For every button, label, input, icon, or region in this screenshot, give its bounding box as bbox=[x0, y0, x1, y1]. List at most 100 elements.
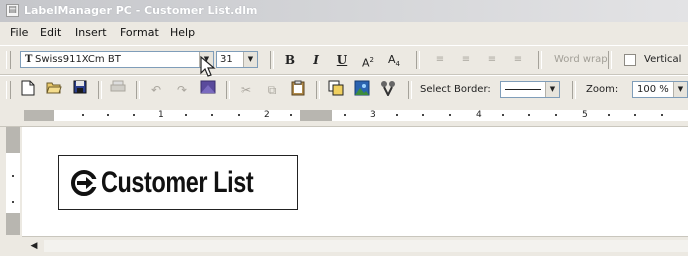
toolbar-separator bbox=[416, 51, 420, 69]
copy-button[interactable]: ⧉ bbox=[262, 80, 282, 100]
menu-edit[interactable]: Edit bbox=[40, 23, 61, 43]
symbol-icon bbox=[381, 81, 395, 98]
toolbar-separator bbox=[226, 81, 230, 99]
font-size-combo[interactable]: 31 ▼ bbox=[216, 51, 258, 68]
new-file-button[interactable] bbox=[18, 80, 38, 100]
ruler-right-margin[interactable] bbox=[300, 110, 332, 121]
redo-button[interactable]: ↷ bbox=[172, 80, 192, 100]
curved-arrow-logo bbox=[71, 170, 97, 196]
vertical-ruler bbox=[6, 127, 20, 235]
undo-button[interactable]: ↶ bbox=[146, 80, 166, 100]
ruler-tick bbox=[12, 175, 14, 177]
redo-icon: ↷ bbox=[176, 83, 188, 97]
horizontal-ruler: 1 2 3 4 5 bbox=[0, 104, 688, 127]
ruler-tick bbox=[290, 114, 292, 116]
ruler-tick bbox=[107, 114, 109, 116]
scissors-icon: ✂ bbox=[240, 83, 252, 97]
ruler-tick bbox=[608, 114, 610, 116]
italic-button[interactable]: I bbox=[306, 50, 326, 70]
ruler-top-margin[interactable] bbox=[6, 127, 20, 153]
picture-icon bbox=[354, 80, 370, 96]
insert-image-button[interactable] bbox=[198, 80, 218, 100]
align-right-button[interactable]: ≡ bbox=[482, 50, 502, 70]
title-bar: ▤ LabelManager PC - Customer List.dlm bbox=[0, 0, 688, 22]
format-toolbar: T Swiss911XCm BT ▼ 31 ▼ B I U A2 A4 ≡ ≡ … bbox=[0, 45, 688, 75]
insert-picture-button[interactable] bbox=[352, 80, 372, 100]
new-file-icon bbox=[21, 80, 35, 96]
toolbar-grip[interactable] bbox=[6, 51, 11, 69]
menu-insert[interactable]: Insert bbox=[75, 23, 107, 43]
open-folder-icon bbox=[46, 82, 62, 94]
menu-help[interactable]: Help bbox=[170, 23, 195, 43]
text-box-icon bbox=[328, 80, 344, 96]
save-button[interactable] bbox=[70, 80, 90, 100]
paste-button[interactable] bbox=[288, 80, 308, 100]
ruler-left-margin[interactable] bbox=[24, 110, 54, 121]
chevron-down-icon[interactable]: ▼ bbox=[243, 52, 257, 67]
ruler-tick bbox=[502, 114, 504, 116]
vertical-checkbox[interactable] bbox=[624, 54, 636, 66]
ruler-track bbox=[24, 110, 688, 121]
label-text[interactable]: Customer List bbox=[101, 165, 254, 201]
toolbar-grip[interactable] bbox=[6, 81, 11, 99]
insert-symbol-button[interactable] bbox=[378, 80, 398, 100]
underline-button[interactable]: U bbox=[332, 50, 352, 70]
ruler-number: 1 bbox=[158, 110, 164, 120]
border-style-combo[interactable]: ▼ bbox=[500, 81, 560, 98]
mouse-pointer-icon bbox=[200, 55, 216, 77]
border-line-preview bbox=[505, 89, 541, 90]
subscript-button[interactable]: A4 bbox=[384, 50, 404, 70]
ruler-tick bbox=[344, 114, 346, 116]
subscript-icon: A bbox=[388, 53, 396, 66]
font-size-value: 31 bbox=[220, 54, 233, 65]
ruler-bottom-margin[interactable] bbox=[6, 213, 20, 235]
app-window: ▤ LabelManager PC - Customer List.dlm Fi… bbox=[0, 0, 688, 256]
vertical-label: Vertical bbox=[644, 54, 682, 65]
printer-icon bbox=[110, 80, 126, 92]
ruler-number: 5 bbox=[582, 110, 588, 120]
truetype-icon: T bbox=[25, 54, 33, 65]
chevron-down-icon[interactable]: ▼ bbox=[545, 82, 559, 97]
align-left-button[interactable]: ≡ bbox=[430, 50, 450, 70]
zoom-combo[interactable]: 100 % ▼ bbox=[632, 81, 688, 98]
ruler-tick bbox=[634, 114, 636, 116]
ruler-tick bbox=[422, 114, 424, 116]
word-wrap-label[interactable]: Word wrap bbox=[554, 53, 608, 67]
ruler-tick bbox=[555, 114, 557, 116]
ruler-tick bbox=[211, 114, 213, 116]
zoom-label: Zoom: bbox=[586, 84, 619, 95]
ruler-tick bbox=[82, 114, 84, 116]
ruler-tick bbox=[238, 114, 240, 116]
menu-bar: File Edit Insert Format Help bbox=[0, 23, 688, 43]
toolbar-separator bbox=[136, 81, 140, 99]
font-name-value: Swiss911XCm BT bbox=[35, 54, 121, 65]
ruler-tick bbox=[661, 114, 663, 116]
scroll-left-icon[interactable]: ◀ bbox=[28, 239, 40, 253]
clipboard-icon bbox=[291, 80, 305, 96]
ruler-tick bbox=[133, 114, 135, 116]
superscript-button[interactable]: A2 bbox=[358, 50, 378, 70]
ruler-tick bbox=[185, 114, 187, 116]
insert-text-box-button[interactable] bbox=[326, 80, 346, 100]
align-center-button[interactable]: ≡ bbox=[456, 50, 476, 70]
ruler-number: 3 bbox=[370, 110, 376, 120]
scroll-track[interactable] bbox=[44, 240, 688, 252]
menu-file[interactable]: File bbox=[10, 23, 28, 43]
cut-button[interactable]: ✂ bbox=[236, 80, 256, 100]
menu-format[interactable]: Format bbox=[120, 23, 159, 43]
bold-button[interactable]: B bbox=[280, 50, 300, 70]
chevron-down-icon[interactable]: ▼ bbox=[673, 82, 687, 97]
open-file-button[interactable] bbox=[44, 80, 64, 100]
print-button[interactable] bbox=[108, 80, 128, 100]
label-text-box[interactable]: Customer List bbox=[58, 155, 298, 210]
ruler-tick bbox=[528, 114, 530, 116]
toolbar-separator bbox=[270, 51, 274, 69]
font-name-combo[interactable]: T Swiss911XCm BT ▼ bbox=[20, 51, 214, 68]
horizontal-scrollbar[interactable]: ◀ bbox=[22, 236, 688, 255]
ruler-number: 4 bbox=[476, 110, 482, 120]
label-canvas[interactable]: Customer List bbox=[22, 127, 688, 236]
floppy-disk-icon bbox=[73, 80, 87, 94]
superscript-icon: A bbox=[362, 56, 370, 70]
justify-button[interactable]: ≡ bbox=[508, 50, 528, 70]
zoom-value: 100 % bbox=[637, 84, 669, 95]
